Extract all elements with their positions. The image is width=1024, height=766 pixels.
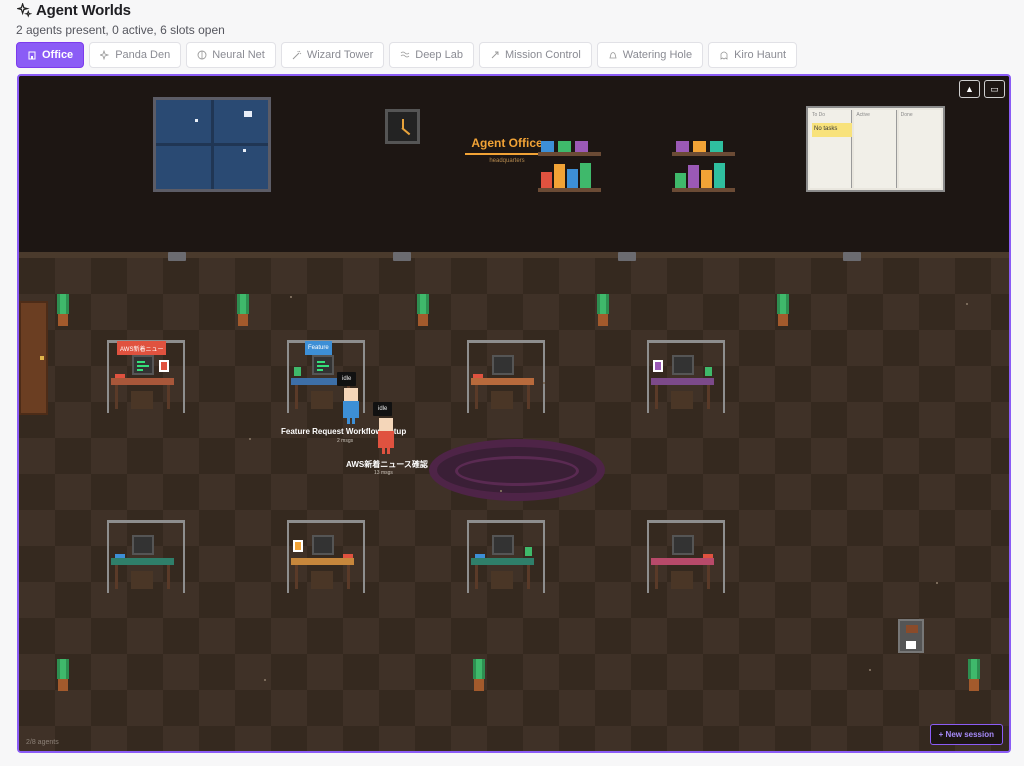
plant-icon (967, 659, 981, 693)
bell-icon (609, 52, 617, 59)
plant-icon (596, 294, 610, 328)
wand-icon (292, 50, 302, 60)
sparkles-icon (16, 2, 32, 18)
ceiling-light (393, 252, 411, 261)
office-window (153, 97, 271, 192)
tab-label: Office (42, 49, 74, 61)
plant-icon (236, 294, 250, 328)
monitor-icon (312, 535, 334, 555)
monitor-icon (312, 355, 334, 375)
agent-message-count: 13 msgs (374, 470, 393, 476)
tab-wizard-tower[interactable]: Wizard Tower (280, 42, 385, 68)
coffee-machine-icon (898, 619, 924, 653)
triangle-icon[interactable]: ▲ (959, 80, 980, 98)
sticky-note: No tasks (812, 123, 852, 137)
world-toolbar: ▲ ▭ (959, 80, 1005, 98)
tab-label: Wizard Tower (306, 49, 374, 61)
tab-panda-den[interactable]: Panda Den (89, 42, 182, 68)
clock-icon (385, 109, 420, 144)
desk-slot[interactable]: AWS新着ニュー (107, 340, 185, 415)
desk-nameplate: Feature (305, 341, 332, 355)
office-sign-subtitle: headquarters (489, 158, 525, 164)
agent-name: AWS新着ニュース確認 (346, 460, 428, 469)
ceiling-light (843, 252, 861, 261)
title-row: Agent Worlds (16, 0, 1006, 20)
ceiling-light (618, 252, 636, 261)
tab-label: Panda Den (115, 49, 171, 61)
monitor-icon (132, 355, 154, 375)
plant-icon (472, 659, 486, 693)
new-session-button[interactable]: + New session (929, 724, 1003, 745)
shelf (538, 152, 601, 156)
sign-underline (465, 153, 549, 155)
agent-status-badge: idle (373, 402, 393, 416)
agent-message-count: 2 msgs (337, 438, 354, 444)
plant-icon (416, 294, 430, 328)
sparkles-icon (100, 50, 110, 60)
shelf (538, 188, 601, 192)
waves-icon (400, 51, 410, 58)
tab-office[interactable]: Office (16, 42, 85, 68)
tab-label: Mission Control (504, 49, 581, 61)
tab-watering-hole[interactable]: Watering Hole (596, 42, 704, 68)
building-icon (28, 51, 36, 60)
page-subtitle: 2 agents present, 0 active, 6 slots open (16, 23, 225, 37)
wallet-icon[interactable]: ▭ (984, 80, 1005, 98)
monitor-icon (132, 535, 154, 555)
plant-icon (56, 659, 70, 693)
desk-slot[interactable] (287, 520, 365, 595)
desk-slot[interactable] (467, 340, 545, 415)
brain-icon (197, 50, 207, 60)
shelf (672, 188, 735, 192)
monitor-icon (492, 355, 514, 375)
desk-slot[interactable] (467, 520, 545, 595)
desk-nameplate: AWS新着ニュー (117, 341, 167, 355)
tab-neural-net[interactable]: Neural Net (186, 42, 276, 68)
plant-icon (56, 294, 70, 328)
board-column-todo: To Do No tasks (810, 110, 853, 188)
world-tabs: Office Panda Den Neural Net Wizard Tower… (16, 42, 798, 68)
agent-status-badge: idle (337, 372, 357, 386)
tab-label: Neural Net (212, 49, 265, 61)
monitor-icon (672, 355, 694, 375)
tab-label: Watering Hole (622, 49, 693, 61)
shelf (672, 152, 735, 156)
office-world[interactable]: Agent Office headquarters To Do No tasks… (17, 74, 1011, 753)
desk-slot[interactable] (647, 520, 725, 595)
task-board[interactable]: To Do No tasks Active Done (806, 106, 945, 192)
office-rug (429, 439, 605, 501)
tab-mission-control[interactable]: Mission Control (478, 42, 592, 68)
ghost-icon (720, 51, 728, 60)
header: Agent Worlds 2 agents present, 0 active,… (16, 0, 1006, 38)
desk-slot[interactable] (107, 520, 185, 595)
rocket-icon (491, 51, 499, 59)
page-title: Agent Worlds (36, 1, 131, 19)
board-column-active: Active (854, 110, 897, 188)
ceiling-light (168, 252, 186, 261)
office-door (19, 301, 48, 415)
tab-kiro-haunt[interactable]: Kiro Haunt (708, 42, 798, 68)
tab-deep-lab[interactable]: Deep Lab (389, 42, 474, 68)
desk-slot[interactable] (647, 340, 725, 415)
office-floor (19, 258, 1009, 751)
agent-count: 2/8 agents (26, 739, 59, 746)
board-column-done: Done (898, 110, 941, 188)
plant-icon (776, 294, 790, 328)
monitor-icon (672, 535, 694, 555)
tab-label: Kiro Haunt (734, 49, 787, 61)
tab-label: Deep Lab (415, 49, 463, 61)
monitor-icon (492, 535, 514, 555)
